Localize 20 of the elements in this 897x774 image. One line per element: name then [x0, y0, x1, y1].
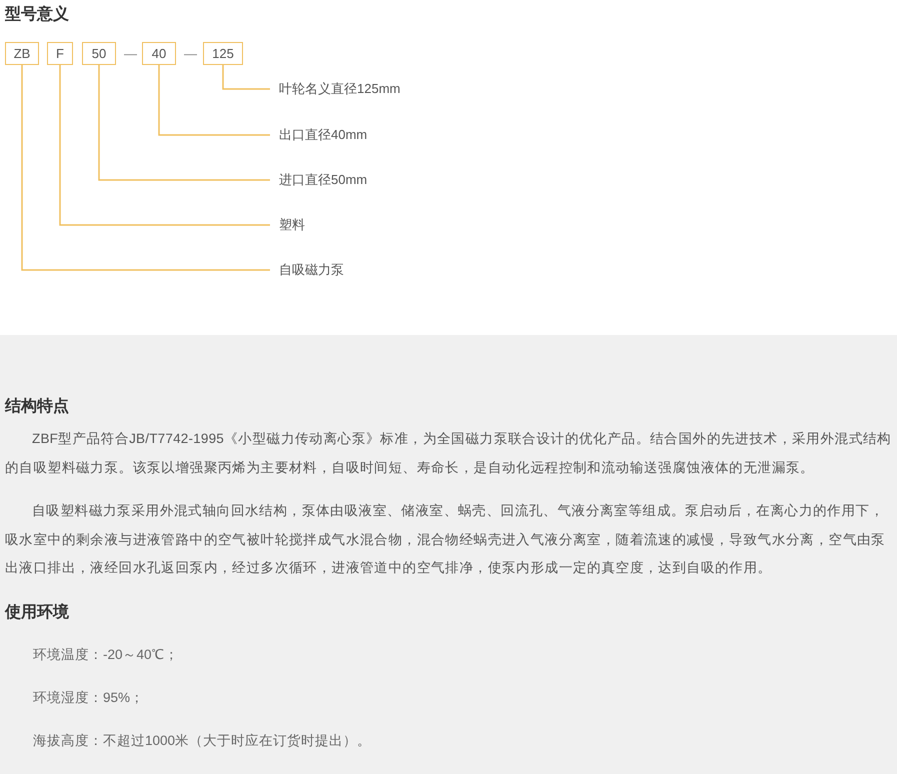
code-label: 出口直径40mm — [279, 126, 368, 144]
code-box: 40 — [142, 42, 176, 65]
code-label: 叶轮名义直径125mm — [279, 80, 400, 98]
code-box: 50 — [82, 42, 116, 65]
section-heading: 型号意义 — [5, 4, 69, 25]
spec-item: 环境温度：-20～40℃； — [32, 646, 180, 664]
code-label: 塑料 — [279, 216, 305, 234]
spec-item: 环境湿度：95%； — [32, 688, 146, 706]
paragraph: ZBF型产品符合JB/T7742-1995《小型磁力传动离心泵》标准，为全国磁力泵联合设计的优化产品。结合国外的先进技术，采用外混式结构的自吸塑料磁力泵。该泵以增强聚丙烯为主要材料，自吸时间短、寿命长，是自动化远程控制和流动输送强腐蚀液体的无泄漏泵。 — [5, 430, 892, 476]
code-box: F — [47, 42, 73, 65]
section-heading: 结构特点 — [5, 396, 70, 417]
dash-separator: — — [124, 45, 137, 63]
code-box: ZB — [5, 42, 39, 65]
code-box: 125 — [203, 42, 243, 65]
dash-separator: — — [184, 45, 197, 63]
spec-item: 海拔高度：不超过1000米（大于时应在订货时提出）。 — [32, 732, 372, 750]
code-label: 自吸磁力泵 — [279, 261, 344, 279]
section-heading: 使用环境 — [5, 602, 70, 622]
paragraph: 自吸塑料磁力泵采用外混式轴向回水结构，泵体由吸液室、储液室、蜗壳、回流孔、气液分离室等组成。泵启动后，在离心力的作用下，吸水室中的剩余液与进液管路中的空气被叶轮搅拌成气水混合物，混合物经蜗壳进入气液分离室，随着流速的减慢，导致气水分离，空气由泵出液口排出，液经回水孔返回泵内，经过多次循环，进液管道中的空气排净，使泵内形成一定的真空度，达到自吸的作用。 — [5, 502, 886, 577]
code-label: 进口直径50mm — [279, 171, 368, 189]
